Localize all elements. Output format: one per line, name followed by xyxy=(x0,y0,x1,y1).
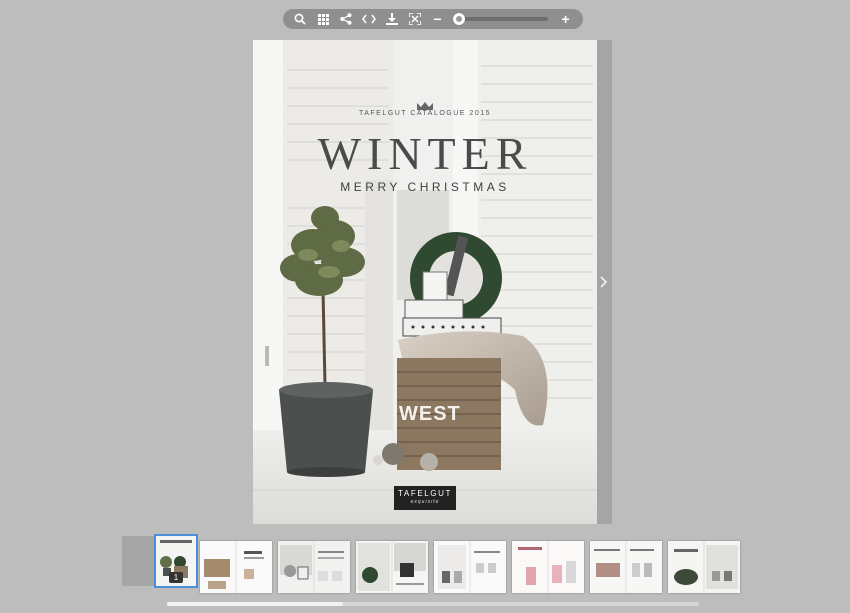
thumbnail-page-1[interactable]: 1 xyxy=(154,534,198,588)
zoom-in-button[interactable]: + xyxy=(554,9,577,29)
thumbnail-pages-6-7[interactable] xyxy=(356,541,428,593)
cover-title: WINTER xyxy=(317,128,533,179)
share-icon[interactable] xyxy=(335,9,358,29)
thumbnail-scrollbar[interactable] xyxy=(167,602,699,606)
thumbnail-pages-8-9[interactable] xyxy=(434,541,506,593)
brand-tagline: exquisite xyxy=(410,499,440,505)
fullscreen-icon[interactable] xyxy=(403,9,426,29)
thumbnail-pages-2-3[interactable] xyxy=(200,541,272,593)
cover-subtitle: MERRY CHRISTMAS xyxy=(340,180,510,194)
embed-code-icon[interactable] xyxy=(358,9,381,29)
thumbnail-pages-12-13[interactable] xyxy=(590,541,662,593)
viewer-toolbar: − + xyxy=(283,9,583,29)
zoom-slider-handle[interactable] xyxy=(452,13,465,25)
thumbnail-pages-10-11[interactable] xyxy=(512,541,584,593)
thumbnail-pages-4-5[interactable] xyxy=(278,541,350,593)
download-icon[interactable] xyxy=(380,9,403,29)
zoom-out-button[interactable]: − xyxy=(426,9,449,29)
thumbnail-strip-start xyxy=(122,536,156,586)
current-page-badge: 1 xyxy=(169,572,183,583)
basket-text: WEST xyxy=(399,403,461,425)
brand-name: TAFELGUT xyxy=(398,489,452,498)
catalogue-label: TAFELGUT CATALOGUE 2015 xyxy=(358,110,491,117)
zoom-slider[interactable] xyxy=(452,13,549,25)
search-icon[interactable] xyxy=(289,9,312,29)
thumbnail-scrollbar-thumb[interactable] xyxy=(167,602,343,606)
cover-page[interactable]: TAFELGUT CATALOGUE 2015 WINTER MERRY CHR… xyxy=(253,40,597,524)
next-page-chevron-icon[interactable] xyxy=(598,272,610,292)
brand-logo: TAFELGUT exquisite xyxy=(394,486,456,510)
thumbnail-pages-14-15[interactable] xyxy=(668,541,740,593)
grid-icon[interactable] xyxy=(312,9,335,29)
